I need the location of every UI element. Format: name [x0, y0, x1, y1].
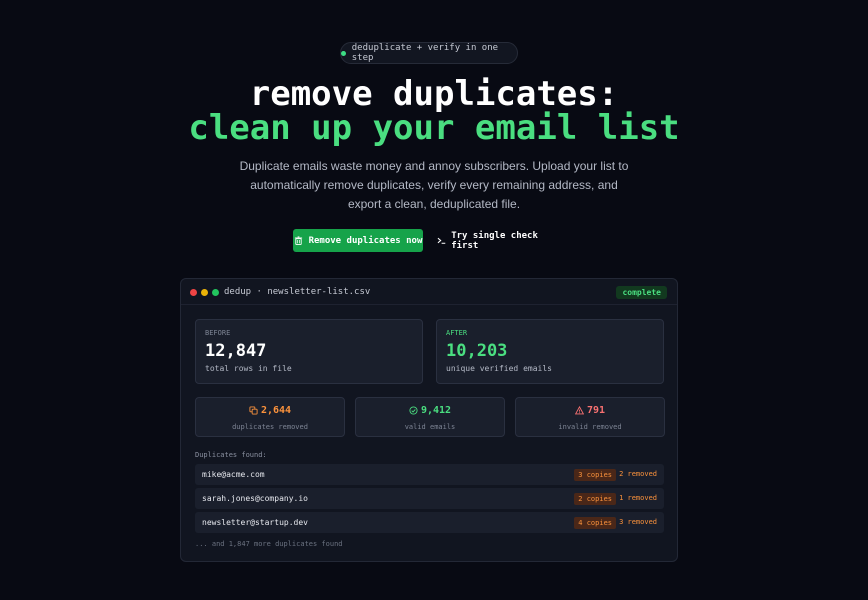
hero-subtitle: Duplicate emails waste money and annoy s… — [239, 159, 629, 211]
window-titlebar: dedup · newsletter-list.csv complete — [181, 279, 677, 305]
removed-count: 1 removed — [619, 494, 657, 502]
before-desc: total rows in file — [205, 364, 292, 373]
duplicate-email: sarah.jones@company.io — [202, 494, 308, 503]
hero-title-line2: clean up your email list — [188, 108, 680, 148]
remove-duplicates-label: Remove duplicates now — [308, 235, 423, 246]
duplicates-heading: Duplicates found: — [195, 451, 267, 459]
hero-title-line1: remove duplicates: — [249, 74, 619, 114]
more-duplicates-text: ... and 1,847 more duplicates found — [195, 540, 343, 548]
valid-emails-stat: 9,412 valid emails — [355, 397, 505, 437]
minimize-dot-icon — [201, 289, 208, 296]
copy-icon — [249, 406, 258, 415]
copies-badge: 3 copies — [574, 469, 616, 481]
remove-duplicates-button[interactable]: Remove duplicates now — [293, 229, 423, 252]
before-value: 12,847 — [205, 341, 267, 361]
valid-emails-value: 9,412 — [420, 405, 452, 416]
close-dot-icon — [190, 289, 197, 296]
invalid-removed-stat: 791 invalid removed — [515, 397, 665, 437]
duplicate-email: newsletter@startup.dev — [202, 518, 308, 527]
duplicate-row: sarah.jones@company.io 2 copies 1 remove… — [195, 488, 664, 509]
warning-icon — [574, 406, 584, 415]
maximize-dot-icon — [212, 289, 219, 296]
single-check-label: Try single check first — [451, 230, 538, 251]
removed-count: 2 removed — [619, 470, 657, 478]
trash-icon — [294, 236, 302, 245]
status-badge: complete — [616, 286, 667, 299]
after-label: AFTER — [446, 329, 468, 337]
before-label: BEFORE — [205, 329, 231, 337]
duplicates-removed-label: duplicates removed — [232, 423, 308, 431]
copies-badge: 2 copies — [574, 493, 616, 505]
duplicate-email: mike@acme.com — [202, 470, 265, 479]
status-dot-icon — [341, 50, 346, 56]
before-card: BEFORE 12,847 total rows in file — [195, 319, 423, 384]
hero-badge: deduplicate + verify in one step — [340, 42, 518, 64]
duplicates-removed-value: 2,644 — [260, 405, 292, 416]
after-value: 10,203 — [446, 341, 508, 361]
invalid-removed-value: 791 — [586, 405, 606, 416]
terminal-icon — [437, 237, 446, 244]
check-circle-icon — [409, 406, 418, 415]
invalid-removed-label: invalid removed — [558, 423, 622, 431]
duplicate-row: mike@acme.com 3 copies 2 removed — [195, 464, 664, 485]
after-card: AFTER 10,203 unique verified emails — [436, 319, 664, 384]
duplicates-removed-stat: 2,644 duplicates removed — [195, 397, 345, 437]
hero-badge-text: deduplicate + verify in one step — [351, 43, 499, 63]
duplicate-row: newsletter@startup.dev 4 copies 3 remove… — [195, 512, 664, 533]
single-check-button[interactable]: Try single check first — [437, 229, 561, 252]
window-title: dedup · newsletter-list.csv — [224, 287, 371, 297]
copies-badge: 4 copies — [574, 517, 616, 529]
valid-emails-label: valid emails — [404, 423, 456, 431]
removed-count: 3 removed — [619, 518, 657, 526]
after-desc: unique verified emails — [446, 364, 552, 373]
dedup-window: dedup · newsletter-list.csv complete BEF… — [180, 278, 678, 562]
